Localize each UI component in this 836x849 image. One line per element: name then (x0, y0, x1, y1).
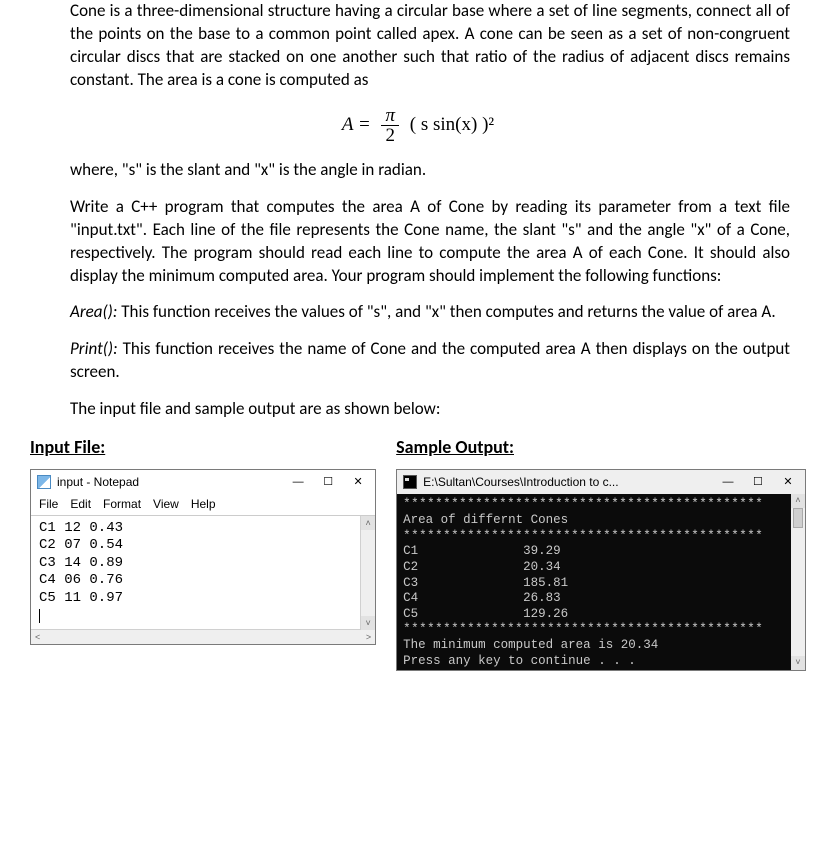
paragraph-task: Write a C++ program that computes the ar… (70, 196, 790, 288)
cone-name: C2 (403, 560, 523, 576)
console-press-line: Press any key to continue . . . (403, 654, 799, 670)
notepad-body: C1 12 0.43 C2 07 0.54 C3 14 0.89 C4 06 0… (31, 515, 375, 644)
fn-area-name: Area(): (70, 301, 117, 322)
console-stars: ****************************************… (403, 497, 799, 513)
close-button[interactable]: ✕ (773, 471, 803, 493)
output-heading: Sample Output: (396, 435, 806, 459)
cone-area: 20.34 (523, 560, 561, 576)
menu-edit[interactable]: Edit (70, 496, 91, 512)
console-min-line: The minimum computed area is 20.34 (403, 638, 799, 654)
console-stars: ****************************************… (403, 529, 799, 545)
scroll-left-icon[interactable]: < (35, 631, 40, 643)
formula-num: π (381, 106, 399, 126)
close-icon: ✕ (354, 477, 363, 488)
scroll-up-icon[interactable]: ˄ (361, 516, 375, 530)
input-line: C3 14 0.89 (39, 555, 123, 571)
minimize-icon: — (293, 477, 304, 488)
input-line: C2 07 0.54 (39, 537, 123, 553)
notepad-icon (37, 475, 51, 489)
menu-format[interactable]: Format (103, 496, 141, 512)
page: Cone is a three-dimensional structure ha… (0, 0, 836, 849)
menu-help[interactable]: Help (191, 496, 216, 512)
fn-print-name: Print(): (70, 338, 118, 359)
paragraph-fn-print: Print(): This function receives the name… (70, 338, 790, 384)
scroll-thumb[interactable] (793, 508, 803, 528)
input-line: C5 11 0.97 (39, 590, 123, 606)
minimize-button[interactable]: — (713, 471, 743, 493)
maximize-button[interactable]: ☐ (743, 471, 773, 493)
minimize-icon: — (722, 477, 733, 488)
paragraph-fn-area: Area(): This function receives the value… (70, 301, 790, 324)
input-heading: Input File: (30, 435, 376, 459)
output-column: Sample Output: E:\Sultan\Courses\Introdu… (386, 435, 816, 671)
close-button[interactable]: ✕ (343, 471, 373, 493)
paragraph-intro: Cone is a three-dimensional structure ha… (70, 0, 790, 92)
cone-area: 185.81 (523, 576, 568, 592)
console-row: C3185.81 (403, 576, 799, 592)
maximize-icon: ☐ (753, 477, 763, 488)
notepad-hscroll[interactable]: < > (31, 629, 375, 644)
scroll-down-icon[interactable]: ˅ (361, 616, 375, 630)
console-body[interactable]: ****************************************… (397, 494, 805, 670)
cone-name: C4 (403, 591, 523, 607)
console-title: E:\Sultan\Courses\Introduction to c... (423, 474, 713, 490)
fn-area-body: This function receives the values of "s"… (117, 301, 775, 322)
notepad-title: input - Notepad (57, 474, 283, 490)
console-window: E:\Sultan\Courses\Introduction to c... —… (396, 469, 806, 671)
scroll-down-icon[interactable]: ˅ (791, 656, 805, 670)
paragraph-shown-below: The input file and sample output are as … (70, 398, 790, 421)
notepad-window: input - Notepad — ☐ ✕ File Edit Format V… (30, 469, 376, 644)
scroll-right-icon[interactable]: > (366, 631, 371, 643)
maximize-button[interactable]: ☐ (313, 471, 343, 493)
notepad-vscroll[interactable]: ˄ ˅ (360, 516, 375, 630)
console-row: C139.29 (403, 544, 799, 560)
close-icon: ✕ (783, 477, 792, 488)
console-vscroll[interactable]: ˄ ˅ (791, 494, 805, 670)
cone-area: 129.26 (523, 607, 568, 623)
console-row: C220.34 (403, 560, 799, 576)
menu-file[interactable]: File (39, 496, 58, 512)
notepad-menubar: File Edit Format View Help (31, 494, 375, 514)
minimize-button[interactable]: — (283, 471, 313, 493)
menu-view[interactable]: View (153, 496, 179, 512)
console-icon (403, 475, 417, 489)
console-stars: ****************************************… (403, 622, 799, 638)
formula-den: 2 (381, 126, 399, 145)
notepad-titlebar[interactable]: input - Notepad — ☐ ✕ (31, 470, 375, 494)
console-row: C5129.26 (403, 607, 799, 623)
fn-print-body: This function receives the name of Cone … (70, 338, 790, 382)
input-column: Input File: input - Notepad — ☐ ✕ File E… (20, 435, 386, 644)
cone-area: 39.29 (523, 544, 561, 560)
console-titlebar[interactable]: E:\Sultan\Courses\Introduction to c... —… (397, 470, 805, 494)
formula-fraction: π 2 (381, 106, 399, 145)
input-line: C4 06 0.76 (39, 572, 123, 588)
console-row: C426.83 (403, 591, 799, 607)
notepad-text[interactable]: C1 12 0.43 C2 07 0.54 C3 14 0.89 C4 06 0… (31, 516, 375, 629)
text-cursor (39, 609, 40, 623)
input-line: C1 12 0.43 (39, 520, 123, 536)
scroll-up-icon[interactable]: ˄ (791, 494, 805, 508)
columns: Input File: input - Notepad — ☐ ✕ File E… (20, 435, 816, 671)
formula: A = π 2 ( s sin(x) )² (20, 106, 816, 145)
cone-name: C1 (403, 544, 523, 560)
maximize-icon: ☐ (323, 477, 333, 488)
cone-name: C3 (403, 576, 523, 592)
formula-lhs: A = (342, 114, 371, 135)
paragraph-where: where, "s" is the slant and "x" is the a… (70, 159, 790, 182)
cone-name: C5 (403, 607, 523, 623)
formula-rhs: ( s sin(x) )² (410, 114, 494, 135)
console-header: Area of differnt Cones (403, 513, 799, 529)
cone-area: 26.83 (523, 591, 561, 607)
